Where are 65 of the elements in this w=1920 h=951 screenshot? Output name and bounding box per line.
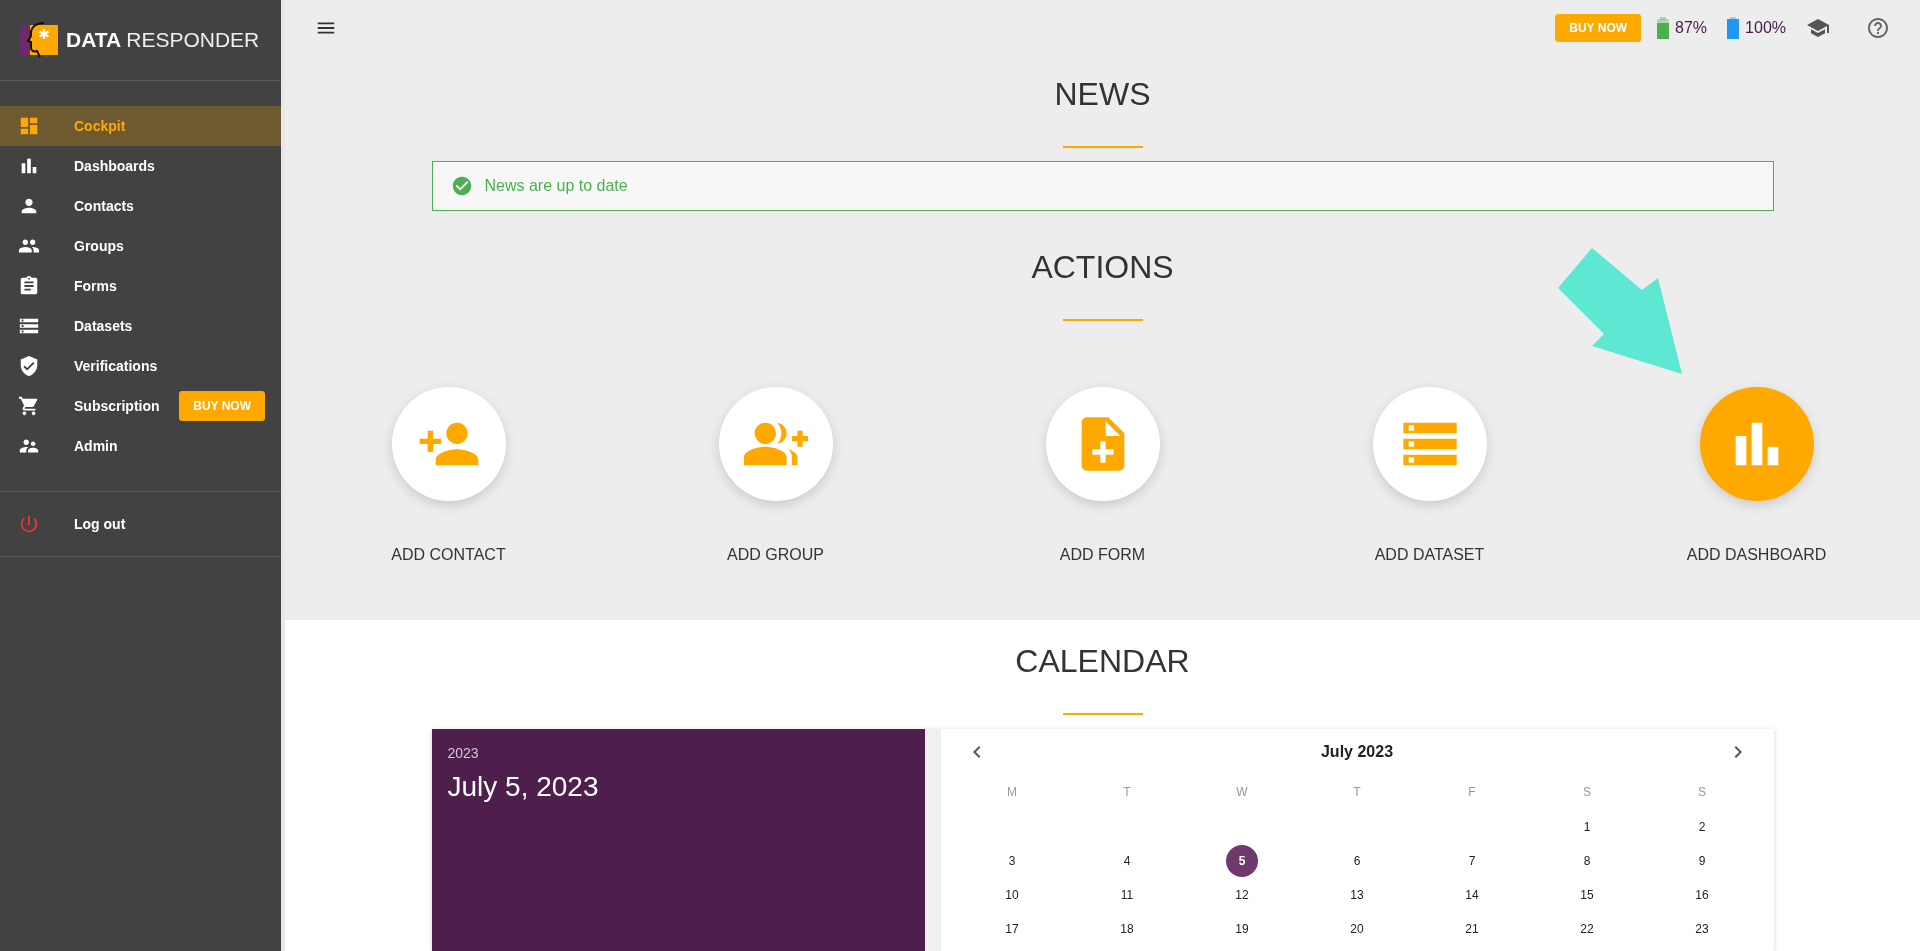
calendar-day[interactable]: 14: [1456, 879, 1488, 911]
section-title: CALENDAR: [1015, 645, 1190, 677]
power-icon: [18, 513, 40, 535]
help-icon[interactable]: [1866, 16, 1890, 40]
calendar-day[interactable]: 12: [1226, 879, 1258, 911]
graduation-cap-icon[interactable]: [1806, 16, 1830, 40]
section-title: ACTIONS: [1031, 251, 1174, 283]
weekday-label: T: [1352, 784, 1362, 801]
sidebar-item[interactable]: Groups: [0, 226, 281, 266]
logo-text: DATA: [66, 27, 122, 54]
calendar-day[interactable]: 4: [1111, 845, 1143, 877]
calendar-day[interactable]: 18: [1111, 913, 1143, 945]
calendar-day[interactable]: 5: [1226, 845, 1258, 877]
action-label: ADD GROUP: [727, 545, 824, 565]
calendar-day[interactable]: 19: [1226, 913, 1258, 945]
calendar-day[interactable]: 22: [1571, 913, 1603, 945]
shield-check-icon: [18, 355, 40, 377]
weekday-label: S: [1697, 784, 1707, 801]
calendar-day[interactable]: 23: [1686, 913, 1718, 945]
calendar-day[interactable]: 21: [1456, 913, 1488, 945]
date-text: July 5, 2023: [447, 770, 600, 804]
logo-text: RESPONDER: [126, 27, 260, 54]
calendar-day[interactable]: 15: [1571, 879, 1603, 911]
year-text: 2023: [447, 744, 480, 763]
head-logo-icon: [20, 21, 58, 59]
sidebar-item[interactable]: Forms: [0, 266, 281, 306]
logout-item[interactable]: Log out: [0, 504, 281, 544]
news-message: News are up to date: [484, 176, 628, 196]
action-label: ADD DATASET: [1374, 545, 1485, 565]
sidebar-item[interactable]: Verifications: [0, 346, 281, 386]
battery-reading: 100%: [1745, 18, 1786, 38]
weekday-label: F: [1467, 784, 1477, 801]
calendar-day[interactable]: 13: [1341, 879, 1373, 911]
battery-icon: [1657, 17, 1670, 39]
weekday-label: T: [1122, 784, 1132, 801]
cart-icon: [18, 395, 40, 417]
action-label: ADD DASHBOARD: [1686, 545, 1827, 565]
action-label: ADD FORM: [1059, 545, 1146, 565]
calendar-day[interactable]: 7: [1456, 845, 1488, 877]
calendar-day[interactable]: 20: [1341, 913, 1373, 945]
sidebar-item[interactable]: Contacts: [0, 186, 281, 226]
month-title: July 2023: [1320, 741, 1394, 762]
action-label: ADD CONTACT: [391, 545, 506, 565]
sidebar-item[interactable]: Dashboards: [0, 146, 281, 186]
calendar-day[interactable]: 10: [996, 879, 1028, 911]
calendar-day[interactable]: 2: [1686, 811, 1718, 843]
sidebar-item[interactable]: Admin: [0, 426, 281, 466]
weekday-label: W: [1235, 784, 1249, 801]
calendar-day[interactable]: 9: [1686, 845, 1718, 877]
calendar-day[interactable]: 8: [1571, 845, 1603, 877]
sidebar-item[interactable]: Subscription BUY NOW: [0, 386, 281, 426]
clipboard-icon: [18, 275, 40, 297]
calendar-day[interactable]: 16: [1686, 879, 1718, 911]
calendar-day[interactable]: 1: [1571, 811, 1603, 843]
calendar-day[interactable]: 3: [996, 845, 1028, 877]
battery-reading: 87%: [1675, 18, 1708, 38]
section-title: NEWS: [1054, 78, 1151, 110]
weekday-label: M: [1006, 784, 1018, 801]
calendar-day[interactable]: 11: [1111, 879, 1143, 911]
battery-icon: [1727, 17, 1740, 39]
weekday-label: S: [1582, 784, 1592, 801]
calendar-day[interactable]: 17: [996, 913, 1028, 945]
dashboard-icon: [18, 115, 40, 137]
sidebar-item[interactable]: Datasets: [0, 306, 281, 346]
calendar-day[interactable]: 6: [1341, 845, 1373, 877]
